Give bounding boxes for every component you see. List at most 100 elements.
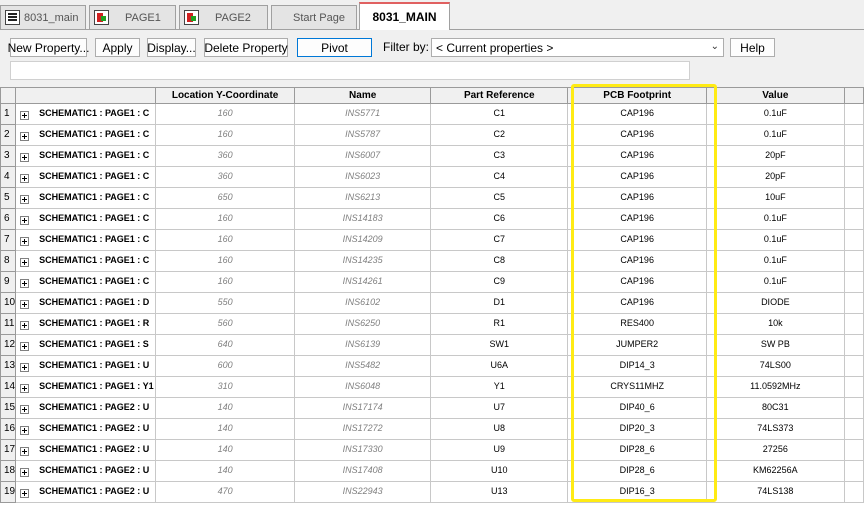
table-row[interactable]: 7 SCHEMATIC1 : PAGE1 : C 160 INS14209 C7 CAP1… (0, 229, 864, 251)
schematic-cell[interactable]: SCHEMATIC1 : PAGE1 : C (15, 250, 157, 272)
tab-start-page[interactable]: Start Page (271, 5, 357, 29)
location-y-cell[interactable]: 160 (155, 229, 296, 251)
value-cell[interactable]: 0.1uF (706, 271, 845, 293)
value-cell[interactable]: 74LS138 (706, 481, 845, 503)
new-property-button[interactable]: New Property... (8, 38, 89, 57)
row-number[interactable]: 16 (0, 418, 17, 440)
part-reference-cell[interactable]: Y1 (430, 376, 569, 398)
part-reference-cell[interactable]: C4 (430, 166, 569, 188)
tab-page2[interactable]: PAGE2 (179, 5, 268, 29)
display-button[interactable]: Display... (147, 38, 196, 57)
row-number[interactable]: 15 (0, 397, 17, 419)
pcb-footprint-cell[interactable]: CAP196 (567, 229, 708, 251)
row-number[interactable]: 9 (0, 271, 17, 293)
name-cell[interactable]: INS14183 (294, 208, 432, 230)
table-row[interactable]: 13 SCHEMATIC1 : PAGE1 : U 600 INS5482 U6A DIP… (0, 355, 864, 377)
pcb-footprint-cell[interactable]: DIP28_6 (567, 439, 708, 461)
row-number[interactable]: 14 (0, 376, 17, 398)
expand-icon[interactable] (20, 300, 30, 309)
name-cell[interactable]: INS5787 (294, 124, 432, 146)
location-y-cell[interactable]: 470 (155, 481, 296, 503)
column-header-location-y[interactable]: Location Y-Coordinate (155, 87, 296, 104)
value-cell[interactable]: 0.1uF (706, 229, 845, 251)
value-cell[interactable]: 27256 (706, 439, 845, 461)
location-y-cell[interactable]: 140 (155, 439, 296, 461)
row-number[interactable]: 1 (0, 103, 17, 125)
value-cell[interactable]: 11.0592MHz (706, 376, 845, 398)
expand-icon[interactable] (20, 195, 30, 204)
row-number[interactable]: 6 (0, 208, 17, 230)
schematic-cell[interactable]: SCHEMATIC1 : PAGE1 : Y1 (15, 376, 157, 398)
value-cell[interactable]: 0.1uF (706, 103, 845, 125)
part-reference-cell[interactable]: U6A (430, 355, 569, 377)
part-reference-cell[interactable]: C5 (430, 187, 569, 209)
pivot-button[interactable]: Pivot (297, 38, 372, 57)
table-row[interactable]: 17 SCHEMATIC1 : PAGE2 : U 140 INS17330 U9 DIP… (0, 439, 864, 461)
delete-property-button[interactable]: Delete Property (204, 38, 288, 57)
expand-icon[interactable] (20, 468, 30, 477)
tab-8031-main[interactable]: 8031_main (0, 5, 86, 29)
name-cell[interactable]: INS6007 (294, 145, 432, 167)
table-row[interactable]: 1 SCHEMATIC1 : PAGE1 : C 160 INS5771 C1 CAP19… (0, 103, 864, 125)
cell-edit-field[interactable] (10, 61, 690, 80)
column-header-pcb-footprint[interactable]: PCB Footprint (567, 87, 708, 104)
tab-page1[interactable]: PAGE1 (89, 5, 176, 29)
table-row[interactable]: 12 SCHEMATIC1 : PAGE1 : S 640 INS6139 SW1 JUM… (0, 334, 864, 356)
part-reference-cell[interactable]: U8 (430, 418, 569, 440)
pcb-footprint-cell[interactable]: CAP196 (567, 145, 708, 167)
expand-icon[interactable] (20, 384, 30, 393)
expand-icon[interactable] (20, 111, 30, 120)
expand-icon[interactable] (20, 279, 30, 288)
table-row[interactable]: 6 SCHEMATIC1 : PAGE1 : C 160 INS14183 C6 CAP1… (0, 208, 864, 230)
part-reference-cell[interactable]: U9 (430, 439, 569, 461)
row-number[interactable]: 3 (0, 145, 17, 167)
table-row[interactable]: 8 SCHEMATIC1 : PAGE1 : C 160 INS14235 C8 CAP1… (0, 250, 864, 272)
expand-icon[interactable] (20, 174, 30, 183)
schematic-cell[interactable]: SCHEMATIC1 : PAGE1 : C (15, 208, 157, 230)
location-y-cell[interactable]: 560 (155, 313, 296, 335)
value-cell[interactable]: 10k (706, 313, 845, 335)
schematic-cell[interactable]: SCHEMATIC1 : PAGE1 : R (15, 313, 157, 335)
schematic-cell[interactable]: SCHEMATIC1 : PAGE1 : C (15, 124, 157, 146)
pcb-footprint-cell[interactable]: CAP196 (567, 103, 708, 125)
expand-icon[interactable] (20, 153, 30, 162)
value-cell[interactable]: KM62256A (706, 460, 845, 482)
part-reference-cell[interactable]: C2 (430, 124, 569, 146)
pcb-footprint-cell[interactable]: CAP196 (567, 271, 708, 293)
row-number[interactable]: 11 (0, 313, 17, 335)
table-row[interactable]: 2 SCHEMATIC1 : PAGE1 : C 160 INS5787 C2 CAP19… (0, 124, 864, 146)
row-number[interactable]: 19 (0, 481, 17, 503)
row-number[interactable]: 5 (0, 187, 17, 209)
row-number[interactable]: 8 (0, 250, 17, 272)
location-y-cell[interactable]: 160 (155, 208, 296, 230)
pcb-footprint-cell[interactable]: CAP196 (567, 124, 708, 146)
location-y-cell[interactable]: 360 (155, 166, 296, 188)
part-reference-cell[interactable]: C1 (430, 103, 569, 125)
part-reference-cell[interactable]: R1 (430, 313, 569, 335)
column-header-schematic[interactable] (15, 87, 157, 104)
pcb-footprint-cell[interactable]: CAP196 (567, 208, 708, 230)
schematic-cell[interactable]: SCHEMATIC1 : PAGE1 : C (15, 271, 157, 293)
table-row[interactable]: 10 SCHEMATIC1 : PAGE1 : D 550 INS6102 D1 CAP1… (0, 292, 864, 314)
name-cell[interactable]: INS17330 (294, 439, 432, 461)
schematic-cell[interactable]: SCHEMATIC1 : PAGE1 : C (15, 103, 157, 125)
value-cell[interactable]: 80C31 (706, 397, 845, 419)
column-header-part-reference[interactable]: Part Reference (430, 87, 569, 104)
schematic-cell[interactable]: SCHEMATIC1 : PAGE1 : C (15, 145, 157, 167)
schematic-cell[interactable]: SCHEMATIC1 : PAGE1 : S (15, 334, 157, 356)
expand-icon[interactable] (20, 447, 30, 456)
schematic-cell[interactable]: SCHEMATIC1 : PAGE2 : U (15, 439, 157, 461)
schematic-cell[interactable]: SCHEMATIC1 : PAGE2 : U (15, 460, 157, 482)
value-cell[interactable]: 0.1uF (706, 124, 845, 146)
schematic-cell[interactable]: SCHEMATIC1 : PAGE1 : C (15, 166, 157, 188)
location-y-cell[interactable]: 140 (155, 460, 296, 482)
expand-icon[interactable] (20, 426, 30, 435)
location-y-cell[interactable]: 600 (155, 355, 296, 377)
value-cell[interactable]: 20pF (706, 166, 845, 188)
expand-icon[interactable] (20, 405, 30, 414)
schematic-cell[interactable]: SCHEMATIC1 : PAGE1 : C (15, 229, 157, 251)
expand-icon[interactable] (20, 237, 30, 246)
expand-icon[interactable] (20, 132, 30, 141)
row-number[interactable]: 13 (0, 355, 17, 377)
expand-icon[interactable] (20, 363, 30, 372)
